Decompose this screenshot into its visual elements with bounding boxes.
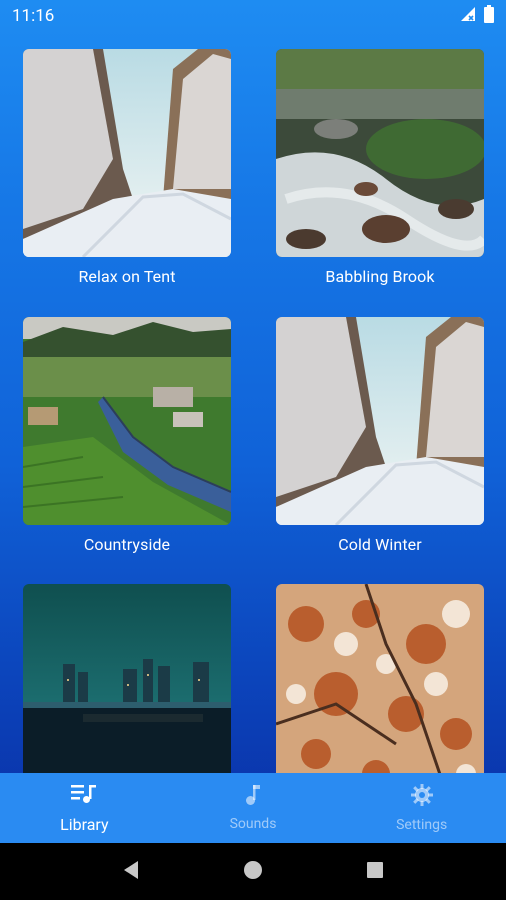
back-icon[interactable] bbox=[122, 860, 140, 884]
thumbnail-image bbox=[276, 317, 484, 525]
home-icon[interactable] bbox=[243, 860, 263, 884]
library-item-label: Cold Winter bbox=[338, 535, 422, 554]
thumbnail-image bbox=[23, 317, 231, 525]
nav-label: Library bbox=[60, 814, 109, 834]
library-item-label: Relax on Tent bbox=[78, 267, 176, 286]
recents-icon[interactable] bbox=[366, 861, 384, 883]
thumbnail-image bbox=[23, 49, 231, 257]
nav-label: Settings bbox=[396, 817, 448, 833]
system-navigation-bar bbox=[0, 843, 506, 900]
thumbnail-image bbox=[23, 584, 231, 773]
thumbnail-image bbox=[276, 584, 484, 773]
playlist-icon bbox=[71, 783, 97, 815]
nav-library[interactable]: Library bbox=[0, 773, 169, 843]
status-time: 11:16 bbox=[12, 6, 55, 26]
library-item-label: Countryside bbox=[83, 535, 171, 554]
nav-label: Sounds bbox=[229, 816, 277, 832]
music-note-icon bbox=[243, 784, 263, 816]
library-item-label: Babbling Brook bbox=[325, 267, 435, 286]
gear-icon bbox=[410, 783, 434, 817]
bottom-nav: Library Sounds Settings bbox=[0, 773, 506, 843]
library-item-babbling-brook[interactable]: Babbling Brook bbox=[276, 49, 484, 286]
nav-sounds[interactable]: Sounds bbox=[169, 773, 338, 843]
thumbnail-image bbox=[276, 49, 484, 257]
library-item-countryside[interactable]: Countryside bbox=[23, 317, 231, 554]
library-item-cold-winter[interactable]: Cold Winter bbox=[276, 317, 484, 554]
library-item-autumn-leaves[interactable] bbox=[276, 584, 484, 773]
status-bar: 11:16 bbox=[0, 0, 506, 32]
library-item-city-night[interactable] bbox=[23, 584, 231, 773]
signal-icon bbox=[460, 6, 476, 27]
nav-settings[interactable]: Settings bbox=[337, 773, 506, 843]
app-screen: 11:16 Relax on Tent Babbling Brook Count… bbox=[0, 0, 506, 843]
library-grid: Relax on Tent Babbling Brook Countryside… bbox=[0, 48, 506, 773]
battery-icon bbox=[484, 4, 494, 28]
library-item-relax-on-tent[interactable]: Relax on Tent bbox=[23, 49, 231, 286]
